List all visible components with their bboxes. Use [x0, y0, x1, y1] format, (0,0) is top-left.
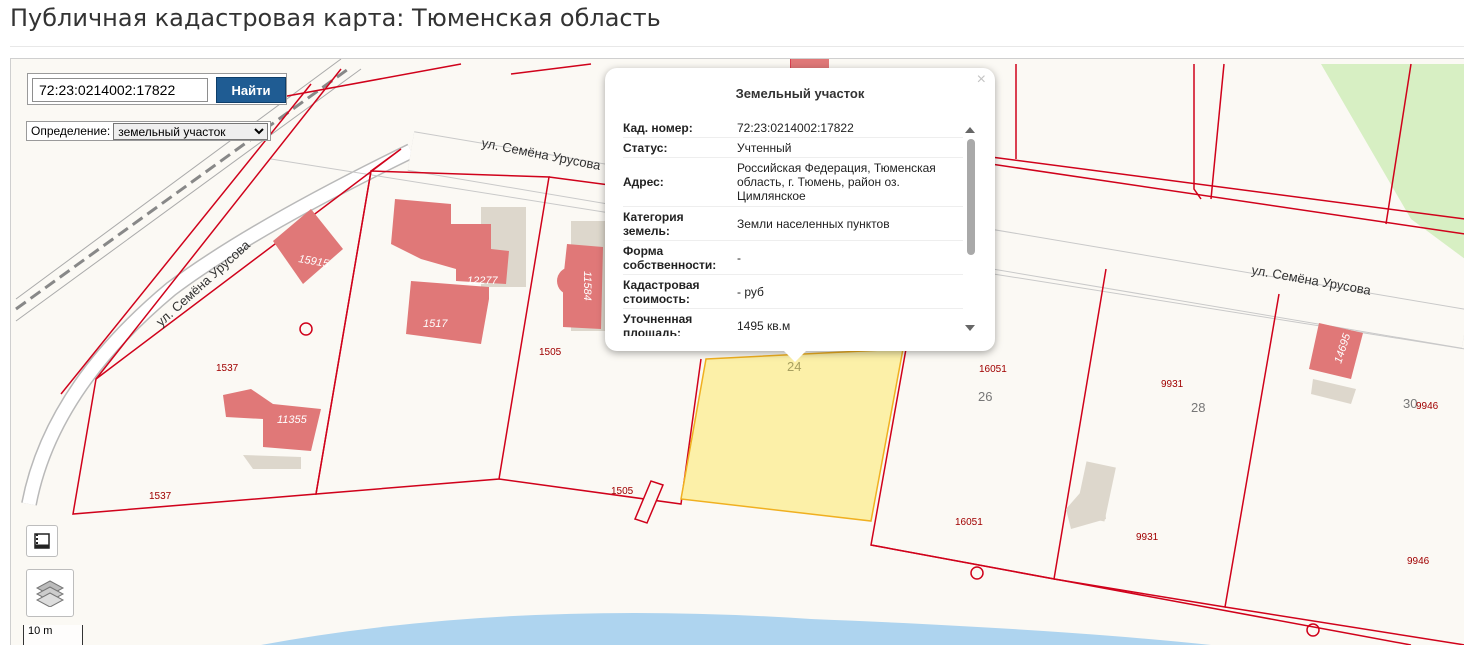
layers-button[interactable] [26, 569, 74, 617]
park-area [1321, 64, 1464, 259]
parcel-label: 9931 [1136, 532, 1159, 543]
parcel-label: 28 [1191, 400, 1205, 415]
layers-icon [35, 580, 65, 607]
measure-button[interactable] [26, 525, 58, 557]
detail-value: - [737, 250, 741, 265]
detail-value: Земли населенных пунктов [737, 216, 890, 231]
parcel-label: 26 [978, 389, 992, 404]
parcel-label: 1537 [216, 363, 239, 374]
scroll-up-icon[interactable] [965, 127, 975, 133]
search-panel: Найти [27, 73, 287, 105]
detail-row: Уточненная площадь: 1495 кв.м [623, 309, 963, 337]
detail-value: 1495 кв.м [737, 318, 791, 333]
water-area [261, 612, 1211, 645]
scale-bar: 10 m [23, 625, 83, 645]
selected-parcel [680, 348, 904, 522]
popup-title: Земельный участок [735, 86, 865, 101]
detail-key: Статус: [623, 140, 668, 155]
ruler-icon [34, 533, 50, 549]
building-label: 11355 [277, 414, 308, 426]
building-label: 12277 [467, 275, 498, 287]
building-label: 11584 [581, 271, 593, 301]
detail-key: Кадастровая стоимость: [623, 277, 700, 306]
popup-pointer [783, 350, 807, 362]
detail-value: 72:23:0214002:17822 [737, 120, 854, 135]
page-title: Публичная кадастровая карта: Тюменская о… [10, 4, 661, 32]
cadastral-number-input[interactable] [32, 78, 208, 102]
detail-row: Кад. номер: 72:23:0214002:17822 [623, 118, 963, 138]
parcel-label: 1505 [611, 486, 634, 497]
detail-row: Статус: Учтенный [623, 138, 963, 158]
popup-scrollbar[interactable] [964, 123, 976, 335]
parcel-label: 9946 [1407, 556, 1430, 567]
parcel-label: 16051 [979, 364, 1007, 375]
definition-select[interactable]: земельный участок [113, 122, 269, 140]
parcel-label: 16051 [955, 517, 983, 528]
road-curve [21, 143, 415, 506]
scale-label: 10 m [28, 625, 53, 637]
find-button[interactable]: Найти [216, 77, 286, 103]
definition-label: Определение: [31, 124, 111, 138]
parcel-label: 1505 [539, 347, 562, 358]
detail-key: Категория земель: [623, 209, 684, 238]
detail-key: Кад. номер: [623, 120, 693, 135]
title-divider [10, 46, 1464, 47]
scroll-track[interactable] [967, 139, 975, 315]
parcel-label: 9931 [1161, 379, 1184, 390]
detail-value: Учтенный [737, 140, 792, 155]
detail-key: Форма собственности: [623, 243, 717, 272]
cadastral-map[interactable]: ул. Семёна Урусова ул. Семёна Урусова ул… [10, 58, 1464, 645]
detail-row: Категория земель: Земли населенных пункт… [623, 207, 963, 241]
building-label: 1517 [423, 318, 448, 330]
detail-row: Кадастровая стоимость: - руб [623, 275, 963, 309]
parcel-label: 1537 [149, 491, 172, 502]
detail-value: Российская Федерация, Тюменская область,… [737, 161, 936, 203]
detail-key: Уточненная площадь: [623, 311, 693, 337]
parcel-label: 9946 [1416, 401, 1439, 412]
building-1517 [406, 281, 489, 344]
scroll-thumb[interactable] [967, 139, 975, 255]
detail-value: - руб [737, 284, 764, 299]
detail-key: Адрес: [623, 175, 664, 189]
parcel-info-popup: × Земельный участок Кад. номер: 72:23:02… [605, 68, 995, 362]
definition-panel: Определение: земельный участок [26, 121, 271, 141]
parcel-1505-gap [633, 480, 665, 524]
scroll-down-icon[interactable] [965, 325, 975, 331]
detail-row: Форма собственности: - [623, 241, 963, 275]
detail-row: Адрес: Российская Федерация, Тюменская о… [623, 158, 963, 207]
popup-details: Кад. номер: 72:23:0214002:17822 Статус: … [623, 118, 963, 336]
